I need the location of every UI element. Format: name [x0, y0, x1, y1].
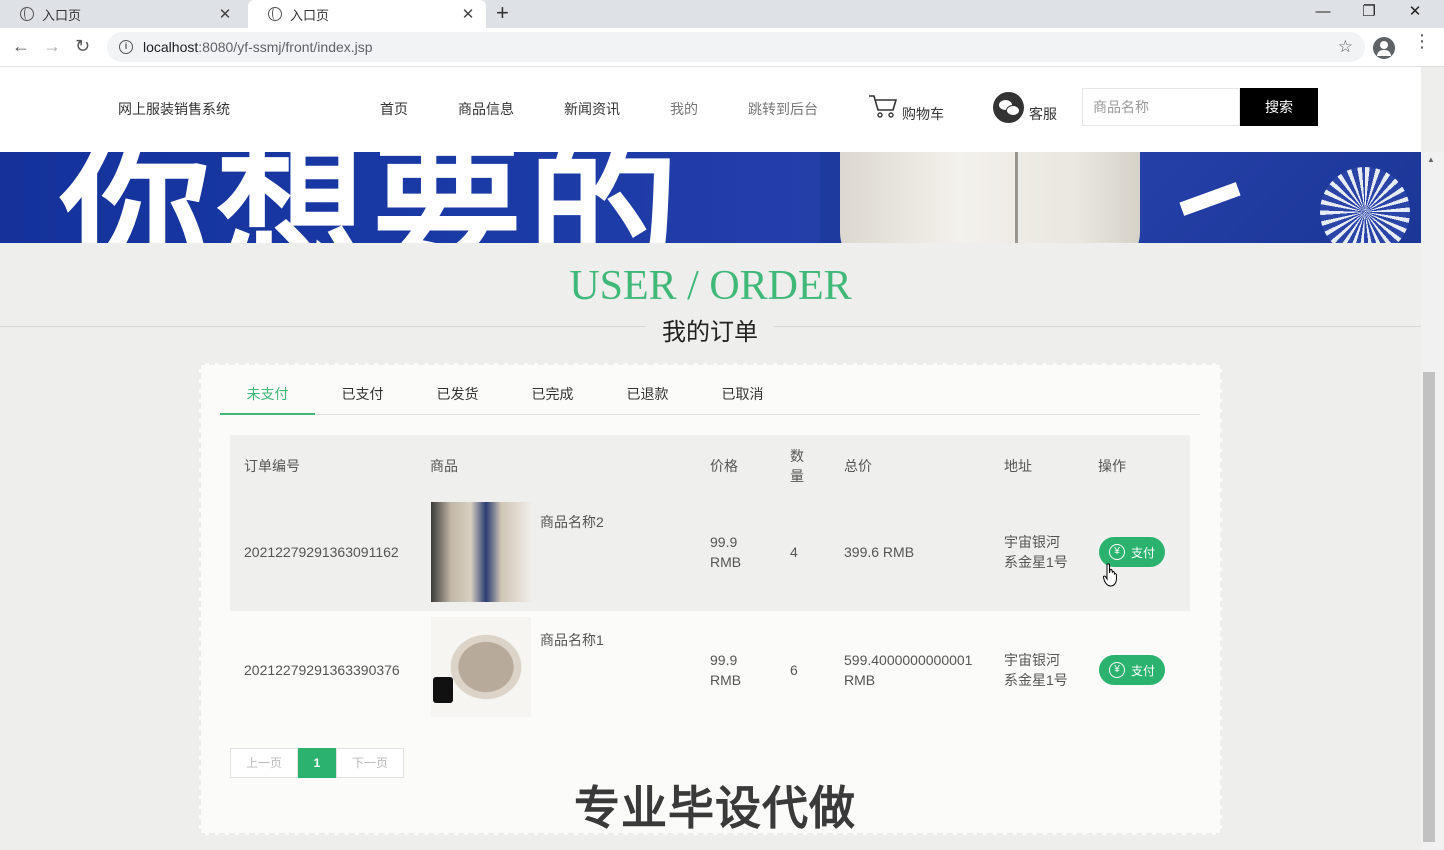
- page-title: 我的订单: [646, 312, 774, 347]
- star-icon[interactable]: ☆: [1338, 37, 1353, 57]
- close-window-button[interactable]: ✕: [1392, 0, 1438, 28]
- order-no: 20212279291363091162: [244, 544, 399, 560]
- total-value: 399.6 RMB: [844, 544, 915, 560]
- price-value: 99.9: [710, 534, 738, 550]
- price-unit: RMB: [710, 672, 742, 688]
- nav-mine[interactable]: 我的: [670, 99, 698, 119]
- current-page[interactable]: 1: [298, 748, 336, 778]
- site-info-icon[interactable]: i: [119, 40, 133, 54]
- forward-arrow-icon[interactable]: →: [43, 36, 61, 57]
- yen-icon: ¥: [1108, 544, 1125, 560]
- profile-icon[interactable]: [1373, 37, 1395, 59]
- banner-image: 你想要的: [0, 152, 1421, 243]
- total-value: 599.4000000000001: [844, 652, 973, 668]
- new-tab-button[interactable]: +: [496, 2, 509, 24]
- pay-button[interactable]: ¥ 支付: [1099, 655, 1165, 685]
- header-total: 总价: [844, 458, 872, 474]
- hand-cursor-icon: [1103, 563, 1117, 587]
- order-status-tabs: 未支付 已支付 已发货 已完成 已退款 已取消: [220, 375, 1200, 415]
- product-image[interactable]: [431, 617, 531, 717]
- qty-value: 6: [790, 662, 798, 678]
- pay-label: 支付: [1130, 663, 1155, 678]
- browser-tab-1[interactable]: 入口页 ✕: [0, 0, 243, 28]
- address-line1: 宇宙银河: [1004, 534, 1060, 550]
- table-row: 20212279291363390376 商品名称1 99.9 RMB 6 59…: [230, 611, 1190, 729]
- prev-page-button[interactable]: 上一页: [230, 748, 298, 778]
- wechat-icon[interactable]: [993, 92, 1024, 123]
- header-order-no: 订单编号: [244, 458, 300, 474]
- address-line2: 系金星1号: [1004, 554, 1068, 570]
- search-button[interactable]: 搜索: [1240, 88, 1318, 126]
- tab-close-button[interactable]: ✕: [460, 5, 476, 23]
- back-arrow-icon[interactable]: ←: [12, 36, 30, 57]
- browser-tab-2[interactable]: 入口页 ✕: [248, 0, 486, 28]
- price-value: 99.9: [710, 652, 738, 668]
- product-name[interactable]: 商品名称1: [540, 630, 604, 650]
- tab-title: 入口页: [42, 7, 82, 23]
- header-qty-line1: 数: [790, 448, 804, 464]
- globe-icon: [20, 7, 34, 21]
- nav-products[interactable]: 商品信息: [458, 99, 514, 119]
- header-product: 商品: [430, 458, 458, 474]
- scroll-up-arrow-icon[interactable]: ▲: [1427, 155, 1435, 164]
- site-header: 网上服装销售系统 首页 商品信息 新闻资讯 我的 跳转到后台 购物车 客服 搜索: [0, 67, 1421, 152]
- cart-link[interactable]: 购物车: [902, 104, 944, 124]
- scrollbar-thumb[interactable]: [1423, 372, 1435, 842]
- nav-admin[interactable]: 跳转到后台: [748, 99, 818, 119]
- restore-button[interactable]: ❐: [1346, 0, 1392, 28]
- menu-icon[interactable]: ⋮: [1413, 32, 1431, 50]
- reload-icon[interactable]: ↻: [75, 36, 90, 57]
- tab-shipped[interactable]: 已发货: [410, 375, 505, 415]
- browser-tabbar: 入口页 ✕ 入口页 ✕ + — ❐ ✕: [0, 0, 1444, 28]
- product-name[interactable]: 商品名称2: [540, 512, 604, 532]
- tab-cancelled[interactable]: 已取消: [695, 375, 790, 415]
- watermark-text: 专业毕设代做: [574, 781, 856, 835]
- site-brand[interactable]: 网上服装销售系统: [118, 99, 230, 119]
- url-text: localhost:8080/yf-ssmj/front/index.jsp: [143, 39, 373, 55]
- header-action: 操作: [1098, 458, 1126, 474]
- total-unit: RMB: [844, 672, 876, 688]
- tab-close-button[interactable]: ✕: [217, 5, 233, 23]
- product-image[interactable]: [431, 502, 531, 602]
- service-link[interactable]: 客服: [1029, 104, 1057, 124]
- qty-value: 4: [790, 544, 798, 560]
- globe-icon: [268, 7, 282, 21]
- address-line2: 系金星1号: [1004, 672, 1068, 688]
- table-row: 20212279291363091162 商品名称2 99.9 RMB 4 39…: [230, 493, 1190, 611]
- vertical-scrollbar[interactable]: ▲: [1421, 152, 1444, 850]
- address-bar: ← → ↻ i localhost:8080/yf-ssmj/front/ind…: [0, 28, 1444, 67]
- section-title-en: USER / ORDER: [569, 263, 852, 309]
- pay-label: 支付: [1130, 545, 1155, 560]
- tab-unpaid[interactable]: 未支付: [220, 375, 315, 415]
- table-header: 订单编号 商品 价格 数 量 总价 地址 操作: [230, 435, 1190, 493]
- header-qty-line2: 量: [790, 468, 804, 484]
- yen-icon: ¥: [1108, 662, 1125, 678]
- url-input[interactable]: i localhost:8080/yf-ssmj/front/index.jsp…: [107, 32, 1365, 62]
- tab-paid[interactable]: 已支付: [315, 375, 410, 415]
- order-no: 20212279291363390376: [244, 662, 400, 678]
- pagination: 上一页 1 下一页: [230, 748, 404, 778]
- tab-title: 入口页: [290, 7, 330, 23]
- minimize-button[interactable]: —: [1300, 0, 1346, 28]
- header-address: 地址: [1004, 458, 1032, 474]
- price-unit: RMB: [710, 554, 742, 570]
- header-price: 价格: [710, 458, 738, 474]
- next-page-button[interactable]: 下一页: [336, 748, 404, 778]
- address-line1: 宇宙银河: [1004, 652, 1060, 668]
- tab-completed[interactable]: 已完成: [505, 375, 600, 415]
- nav-home[interactable]: 首页: [380, 99, 408, 119]
- tab-refunded[interactable]: 已退款: [600, 375, 695, 415]
- cart-icon[interactable]: [868, 93, 898, 119]
- nav-news[interactable]: 新闻资讯: [564, 99, 620, 119]
- search-input[interactable]: [1082, 88, 1240, 126]
